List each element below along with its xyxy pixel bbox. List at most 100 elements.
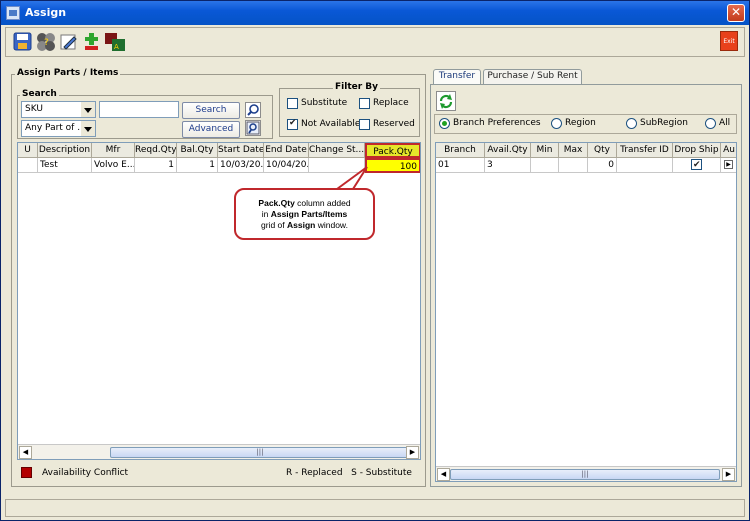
column-header[interactable]: Bal.Qty (177, 143, 218, 158)
filter-label: Filter By (333, 82, 381, 92)
exit-button[interactable]: Exit (720, 31, 738, 51)
radio-label: Branch Preferences (453, 118, 541, 128)
availability-conflict-label: Availability Conflict (42, 468, 129, 478)
callout-text: Assign (287, 220, 316, 230)
search-type-select[interactable]: SKU (21, 101, 82, 118)
search-button[interactable]: Search (182, 102, 240, 119)
table-cell[interactable] (18, 158, 38, 173)
tab-purchase-sub-rent[interactable]: Purchase / Sub Rent (483, 69, 582, 84)
add-remove-icon[interactable] (81, 31, 103, 53)
toolbar: ? A Exit (5, 27, 745, 57)
pack-qty-cell[interactable]: 100 (365, 158, 420, 173)
assign-window: Assign ✕ ? A Exit Assign Parts / Items S… (0, 0, 750, 521)
table-cell[interactable]: 1 (135, 158, 177, 173)
radio-subregion[interactable] (626, 118, 637, 129)
window-icon (6, 6, 20, 20)
svg-text:?: ? (44, 38, 49, 48)
column-header[interactable]: End Date (264, 143, 309, 158)
table-cell[interactable]: 1 (177, 158, 218, 173)
status-bar (5, 499, 745, 517)
table-cell[interactable]: 3 (485, 158, 531, 173)
scrollbar-thumb[interactable]: ||| (110, 447, 410, 458)
expand-icon[interactable]: ▶ (724, 160, 733, 169)
radio-label: Region (565, 118, 596, 128)
scroll-left-icon[interactable]: ◀ (437, 468, 450, 481)
drop-ship-checkbox[interactable] (691, 158, 702, 172)
search-input[interactable] (99, 101, 179, 118)
reserved-label: Reserved (373, 119, 415, 129)
advanced-search-icon[interactable] (245, 120, 261, 136)
scrollbar-thumb[interactable]: ||| (450, 469, 720, 480)
replace-label: Replace (373, 98, 409, 108)
column-header[interactable]: Mfr (92, 143, 135, 158)
edit-icon[interactable] (58, 31, 80, 53)
radio-label: SubRegion (640, 118, 688, 128)
search-match-select[interactable]: Any Part of ... (21, 120, 82, 137)
not-available-label: Not Available (301, 119, 361, 129)
column-header[interactable]: Min (531, 143, 559, 158)
not-available-checkbox[interactable] (287, 118, 298, 130)
column-header[interactable]: Transfer ID (617, 143, 673, 158)
callout-text: Pack.Qty (258, 198, 295, 208)
tab-transfer[interactable]: Transfer (433, 69, 481, 85)
column-header[interactable]: Branch (436, 143, 485, 158)
transfer-grid: Branch Avail.Qty Min Max Qty Transfer ID… (435, 142, 737, 482)
substitute-label: Substitute (301, 98, 348, 108)
filter-group (279, 88, 420, 137)
callout-text: in (261, 209, 271, 219)
transfer-grid-horizontal-scrollbar[interactable]: ◀ ||| ▶ (436, 466, 736, 481)
radio-region[interactable] (551, 118, 562, 129)
callout-text: Assign Parts/Items (270, 209, 348, 219)
window-title: Assign (25, 6, 67, 19)
column-header[interactable]: Max (559, 143, 588, 158)
svg-text:A: A (114, 43, 119, 51)
column-header[interactable]: U (18, 143, 38, 158)
callout-text: window. (315, 220, 348, 230)
close-button[interactable]: ✕ (727, 4, 745, 22)
save-icon[interactable] (12, 31, 34, 53)
options-icon[interactable]: ? (35, 31, 57, 53)
callout-text: grid of (261, 220, 288, 230)
parts-grid-horizontal-scrollbar[interactable]: ◀ ||| ▶ (18, 444, 420, 459)
table-cell[interactable] (559, 158, 588, 173)
table-cell[interactable]: Volvo E... (92, 158, 135, 173)
radio-branch-preferences[interactable] (439, 118, 450, 129)
search-label: Search (20, 89, 59, 99)
replace-checkbox[interactable] (359, 98, 370, 109)
availability-conflict-swatch (21, 467, 32, 478)
table-cell[interactable]: 10/03/20... (218, 158, 264, 173)
pack-qty-column-header[interactable]: Pack.Qty (365, 143, 420, 158)
assign-parts-label: Assign Parts / Items (15, 68, 121, 78)
scroll-left-icon[interactable]: ◀ (19, 446, 32, 459)
auto-cell[interactable]: ▶ (721, 158, 736, 173)
column-header[interactable]: Reqd.Qty (135, 143, 177, 158)
table-cell[interactable] (531, 158, 559, 173)
column-header[interactable]: Avail.Qty (485, 143, 531, 158)
callout-text: column added (294, 198, 351, 208)
table-cell[interactable] (617, 158, 673, 173)
substitute-checkbox[interactable] (287, 98, 298, 109)
column-header[interactable]: Description (38, 143, 92, 158)
scroll-right-icon[interactable]: ▶ (722, 468, 735, 481)
drop-ship-cell[interactable] (673, 158, 721, 173)
column-header[interactable]: Start Date (218, 143, 264, 158)
column-header[interactable]: Qty (588, 143, 617, 158)
scroll-right-icon[interactable]: ▶ (406, 446, 419, 459)
search-match-dropdown-arrow[interactable] (81, 120, 96, 137)
radio-all[interactable] (705, 118, 716, 129)
search-type-dropdown-arrow[interactable] (81, 101, 96, 118)
advanced-button[interactable]: Advanced (182, 121, 240, 138)
column-header[interactable]: Change St... (309, 143, 365, 158)
search-lookup-icon[interactable] (245, 102, 261, 118)
reserved-checkbox[interactable] (359, 119, 370, 130)
table-cell[interactable]: 0 (588, 158, 617, 173)
assign-icon[interactable]: A (104, 31, 126, 53)
title-bar: Assign ✕ (1, 1, 749, 25)
refresh-icon[interactable] (436, 91, 456, 111)
table-cell[interactable]: Test (38, 158, 92, 173)
table-cell[interactable]: 01 (436, 158, 485, 173)
column-header[interactable]: Drop Ship (673, 143, 721, 158)
column-header[interactable]: Au (721, 143, 736, 158)
legend-codes: R - Replaced S - Substitute (286, 468, 412, 478)
pack-qty-callout: Pack.Qty column added in Assign Parts/It… (234, 188, 375, 240)
